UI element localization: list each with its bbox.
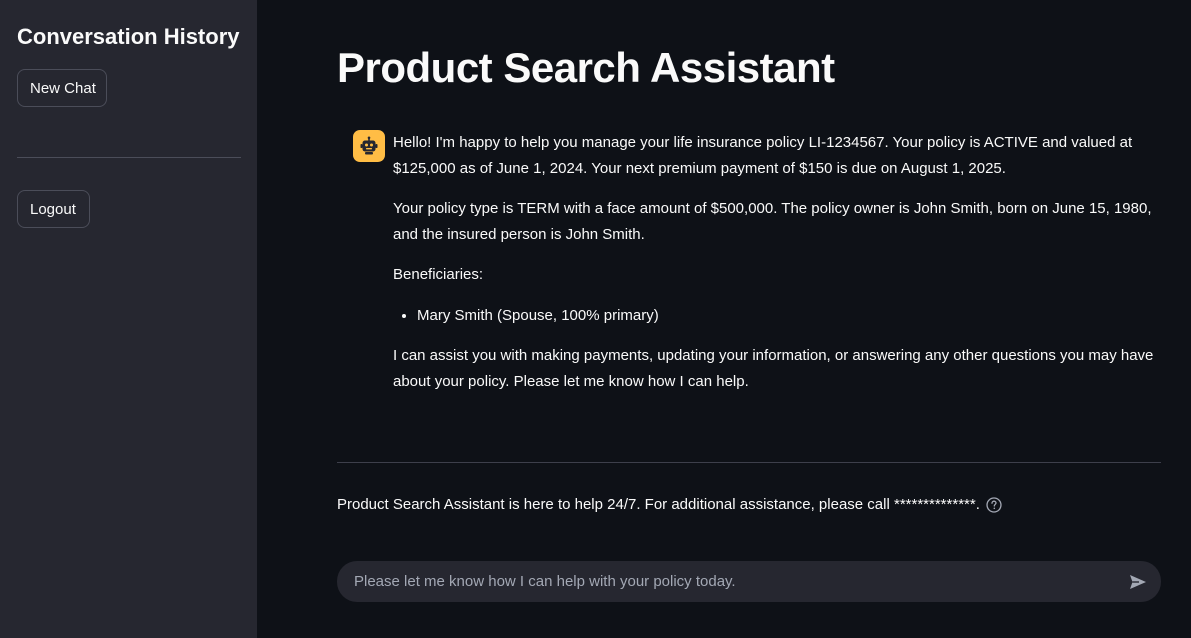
robot-icon (353, 130, 385, 162)
page-title: Product Search Assistant (337, 44, 835, 91)
main-divider (337, 462, 1161, 463)
chat-input[interactable] (354, 561, 1114, 602)
question-circle-icon[interactable] (986, 496, 1002, 513)
beneficiaries-list: Mary Smith (Spouse, 100% primary) (393, 303, 1161, 329)
footer-note-text: Product Search Assistant is here to help… (337, 496, 980, 513)
footer-note: Product Search Assistant is here to help… (337, 496, 1002, 513)
message-body: Hello! I'm happy to help you manage your… (393, 130, 1161, 409)
send-icon[interactable] (1127, 571, 1149, 593)
message-paragraph: Hello! I'm happy to help you manage your… (393, 134, 1133, 177)
message-paragraph: I can assist you with making payments, u… (393, 347, 1154, 390)
sidebar: Conversation History New Chat Logout (0, 0, 257, 638)
list-item: Mary Smith (Spouse, 100% primary) (417, 303, 1161, 329)
main-content: Product Search Assistant Hello! I'm happ… (257, 0, 1191, 638)
new-chat-button[interactable]: New Chat (17, 69, 107, 107)
app-root: Conversation History New Chat Logout Pro… (0, 0, 1191, 638)
beneficiaries-label: Beneficiaries: (393, 266, 484, 283)
sidebar-divider (17, 157, 241, 158)
chat-input-container (337, 561, 1161, 602)
message-paragraph: Your policy type is TERM with a face amo… (393, 200, 1152, 243)
sidebar-title: Conversation History (17, 24, 240, 49)
logout-button[interactable]: Logout (17, 190, 90, 228)
